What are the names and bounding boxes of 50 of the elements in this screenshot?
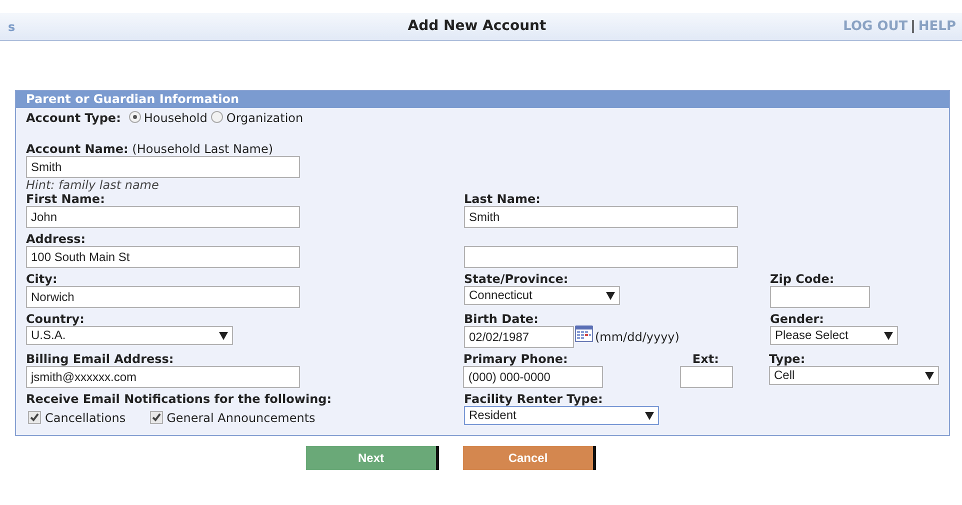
- dropdown-arrow-icon: [925, 372, 934, 380]
- checkmark-icon: [150, 412, 162, 423]
- radio-option[interactable]: Organization: [211, 109, 304, 127]
- format-hint: (mm/dd/yyyy): [595, 329, 680, 346]
- panel-title: Parent or Guardian Information: [16, 91, 949, 108]
- text-field[interactable]: Norwich: [26, 286, 300, 308]
- field-label: Address:: [26, 232, 87, 246]
- field-label: Receive Email Notifications for the following:: [26, 392, 333, 406]
- field-label: Last Name:: [464, 192, 542, 206]
- text-field[interactable]: (000) 000-0000: [463, 366, 604, 388]
- field-label: First Name:: [26, 192, 106, 206]
- text-field[interactable]: [770, 286, 870, 308]
- text-field[interactable]: [464, 246, 738, 268]
- dropdown[interactable]: Please Select: [770, 326, 898, 345]
- dropdown-arrow-icon: [645, 412, 654, 420]
- dropdown-arrow-icon: [219, 332, 228, 340]
- field-label: Account Type:: [26, 110, 121, 127]
- field-label: Primary Phone:: [463, 352, 569, 366]
- hint-text: Hint: family last name: [26, 178, 160, 192]
- checkmark-icon: [29, 412, 40, 423]
- dropdown[interactable]: Connecticut: [464, 286, 620, 305]
- text-field[interactable]: 100 South Main St: [26, 246, 300, 268]
- field-label: Billing Email Address:: [26, 352, 175, 366]
- text-field[interactable]: John: [26, 206, 300, 228]
- field-label: Gender:: [770, 312, 825, 326]
- text-field[interactable]: Smith: [26, 156, 300, 178]
- field-label: Country:: [26, 312, 86, 326]
- field-label: City:: [26, 272, 58, 286]
- field-label: Zip Code:: [770, 272, 836, 286]
- date-field[interactable]: 02/02/1987: [464, 326, 574, 348]
- text-field[interactable]: [680, 366, 734, 388]
- dropdown[interactable]: U.S.A.: [26, 326, 233, 345]
- radio-option[interactable]: Household: [128, 109, 208, 127]
- dropdown[interactable]: Cell: [769, 366, 939, 385]
- field-label: Ext:: [692, 352, 720, 366]
- field-label: Birth Date:: [464, 312, 540, 326]
- field-label: Account Name: (Household Last Name): [26, 142, 274, 156]
- field-label: Type:: [769, 352, 806, 366]
- separator-text: |: [910, 18, 916, 36]
- text-field[interactable]: jsmith@xxxxxx.com: [26, 366, 300, 388]
- checkbox-option[interactable]: Cancellations: [28, 409, 126, 427]
- checkbox-option[interactable]: General Announcements: [150, 409, 316, 427]
- dropdown-arrow-icon: [606, 292, 615, 300]
- page-title: Add New Account: [406, 17, 548, 36]
- calendar-icon[interactable]: [575, 324, 593, 342]
- dropdown[interactable]: Resident: [464, 406, 659, 425]
- text-field[interactable]: Smith: [464, 206, 738, 228]
- field-label: Facility Renter Type:: [464, 392, 604, 406]
- dropdown-arrow-icon: [884, 332, 893, 340]
- field-label: State/Province:: [464, 272, 570, 286]
